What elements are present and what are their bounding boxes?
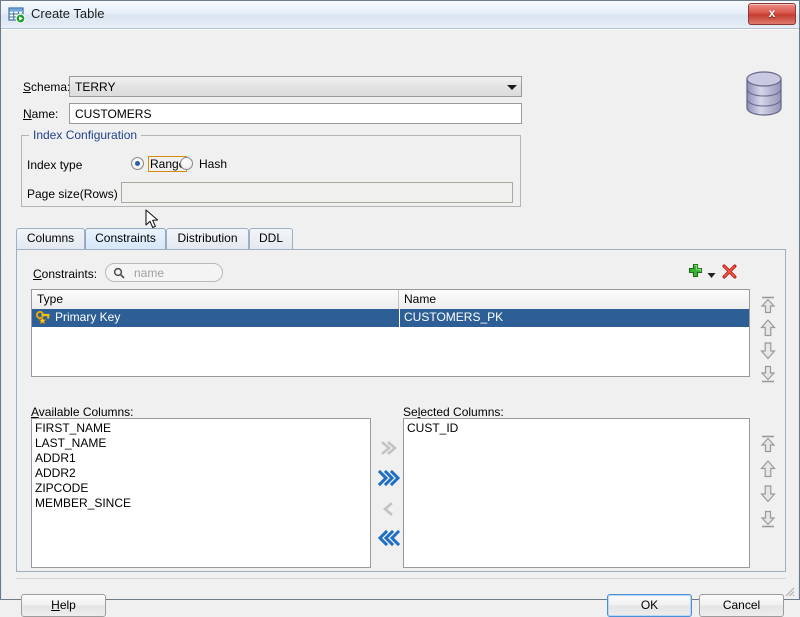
list-item[interactable]: FIRST_NAME — [35, 421, 111, 436]
title-bar: Create Table x — [1, 1, 799, 29]
add-all-button[interactable] — [377, 468, 401, 491]
selected-move-to-bottom-button[interactable] — [757, 508, 779, 533]
index-type-label: Index type — [27, 158, 83, 172]
close-icon: x — [768, 6, 776, 20]
available-columns-list[interactable]: FIRST_NAME LAST_NAME ADDR1 ADDR2 ZIPCODE… — [31, 418, 371, 568]
name-input[interactable]: CUSTOMERS — [69, 103, 522, 124]
dialog-body: Schema: TERRY Name: CUSTOMERS Index Conf… — [2, 29, 798, 617]
selected-columns-label: Selected Columns: — [403, 405, 504, 419]
page-size-label: Page size(Rows) — [27, 187, 118, 201]
primary-key-icon — [35, 310, 51, 325]
database-icon — [743, 70, 785, 121]
help-button-label: Help — [51, 598, 76, 612]
name-label: Name: — [23, 107, 59, 121]
table-row[interactable]: Primary Key CUSTOMERS_PK — [32, 309, 749, 327]
selected-move-to-top-button[interactable] — [757, 433, 779, 458]
cancel-button-label: Cancel — [722, 598, 761, 612]
constraints-search-placeholder: name — [134, 266, 165, 280]
create-table-dialog: Create Table x Schema: TERRY Name: CUSTO… — [0, 0, 800, 617]
tab-columns-label: Columns — [26, 231, 75, 245]
constraints-table[interactable]: Type Name Primary Key CUSTOMERS_PK — [31, 289, 750, 377]
constraints-table-header: Type Name — [32, 290, 749, 310]
tab-strip: Columns Constraints Distribution DDL — [16, 228, 786, 250]
tab-ddl-label: DDL — [258, 231, 283, 245]
column-header-name[interactable]: Name — [399, 290, 749, 309]
constraint-move-up-button[interactable] — [757, 317, 779, 342]
constraints-search-label-rest: onstraints: — [41, 267, 98, 281]
name-value: CUSTOMERS — [75, 107, 152, 121]
green-plus-icon[interactable] — [687, 263, 704, 283]
constraints-search-input[interactable]: name — [105, 263, 223, 282]
red-x-delete-icon[interactable] — [721, 263, 738, 283]
available-columns-label-rest: vailable Columns: — [38, 405, 134, 419]
selected-columns-list[interactable]: CUST_ID — [403, 418, 750, 568]
constraint-move-down-button[interactable] — [757, 340, 779, 365]
constraint-move-to-top-button[interactable] — [757, 294, 779, 319]
create-table-icon — [8, 6, 26, 24]
schema-combo[interactable]: TERRY — [69, 76, 522, 97]
resize-grip[interactable] — [783, 585, 795, 597]
radio-range[interactable] — [131, 157, 144, 170]
footer-divider — [16, 578, 786, 579]
list-item[interactable]: CUST_ID — [407, 421, 458, 436]
selected-columns-label-rest: ected Columns: — [420, 405, 504, 419]
tab-constraints-label: Constraints — [95, 231, 156, 245]
close-button[interactable]: x — [748, 3, 796, 25]
cell-type: Primary Key — [55, 310, 121, 324]
list-item[interactable]: MEMBER_SINCE — [35, 496, 131, 511]
constraint-move-to-bottom-button[interactable] — [757, 363, 779, 388]
window-title: Create Table — [31, 6, 105, 21]
chevron-down-icon[interactable] — [503, 77, 521, 96]
available-columns-label: Available Columns: — [31, 405, 134, 419]
constraints-search-label: Constraints: — [33, 267, 98, 281]
tab-distribution-label: Distribution — [177, 231, 238, 245]
selected-move-up-button[interactable] — [757, 458, 779, 483]
remove-one-button[interactable] — [379, 500, 399, 521]
list-item[interactable]: LAST_NAME — [35, 436, 106, 451]
chevron-down-icon[interactable] — [707, 268, 716, 282]
selected-move-down-button[interactable] — [757, 483, 779, 508]
tab-distribution[interactable]: Distribution — [166, 228, 249, 249]
index-configuration-legend: Index Configuration — [29, 128, 142, 142]
name-label-rest: ame: — [31, 107, 59, 121]
radio-hash-label[interactable]: Hash — [197, 157, 229, 171]
constraints-tab-panel: Constraints: name Type Name Primary Key … — [16, 249, 786, 572]
tab-columns[interactable]: Columns — [16, 228, 85, 249]
list-item[interactable]: ADDR2 — [35, 466, 76, 481]
remove-all-button[interactable] — [377, 528, 401, 551]
search-icon — [113, 267, 125, 279]
cancel-button[interactable]: Cancel — [699, 594, 784, 617]
ok-button[interactable]: OK — [607, 594, 692, 617]
add-one-button[interactable] — [379, 439, 399, 460]
tab-ddl[interactable]: DDL — [249, 228, 293, 249]
schema-label-rest: chema: — [31, 80, 71, 94]
ok-button-label: OK — [640, 598, 659, 612]
radio-hash[interactable] — [180, 157, 193, 170]
cell-name: CUSTOMERS_PK — [399, 309, 749, 327]
column-header-type[interactable]: Type — [32, 290, 399, 309]
help-button[interactable]: Help — [21, 594, 106, 617]
tab-constraints[interactable]: Constraints — [85, 228, 166, 249]
page-size-input[interactable] — [121, 182, 513, 203]
selected-columns-label-text: Se — [403, 405, 418, 419]
list-item[interactable]: ADDR1 — [35, 451, 76, 466]
list-item[interactable]: ZIPCODE — [35, 481, 88, 496]
schema-label: Schema: — [23, 80, 71, 94]
schema-value: TERRY — [75, 80, 116, 94]
